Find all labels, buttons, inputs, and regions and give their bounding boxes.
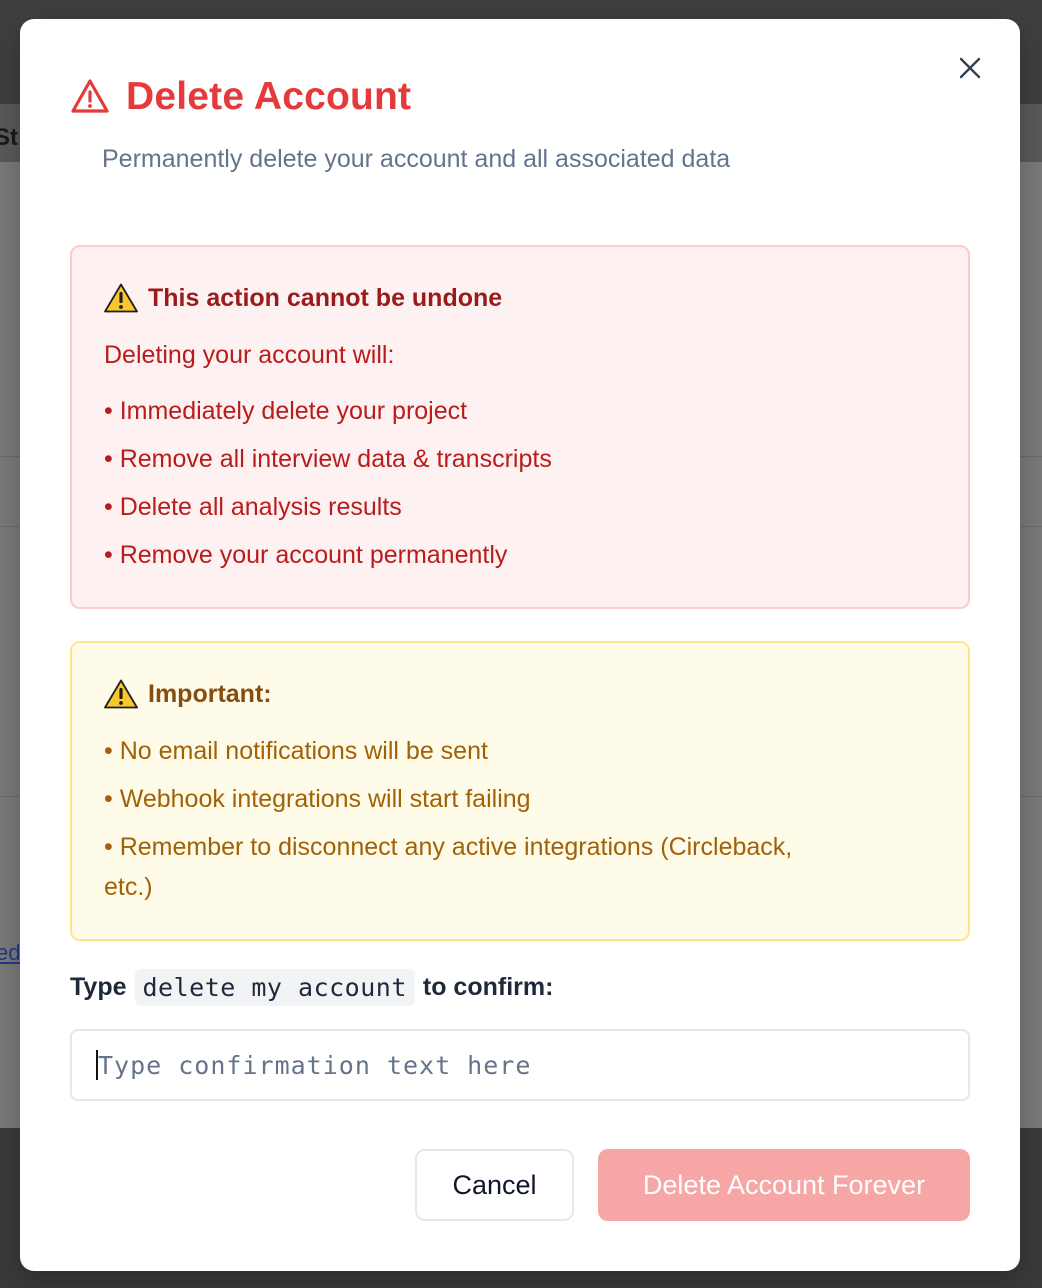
danger-alert: This action cannot be undone Deleting yo…: [70, 245, 970, 609]
confirm-label: Type delete my account to confirm:: [70, 969, 553, 1006]
warning-triangle-icon: [71, 79, 109, 113]
close-icon: [959, 57, 981, 79]
list-item: • No email notifications will be sent: [104, 737, 488, 765]
list-item: • Delete all analysis results: [104, 493, 402, 521]
danger-alert-heading-row: This action cannot be undone: [104, 283, 502, 313]
important-alert-heading: Important:: [148, 679, 272, 708]
delete-account-dialog: Delete Account Permanently delete your a…: [20, 19, 1020, 1271]
list-item: • Remove your account permanently: [104, 541, 508, 569]
list-item: • Remember to disconnect any active inte…: [104, 833, 793, 861]
cancel-button[interactable]: Cancel: [415, 1149, 574, 1221]
dialog-title: Delete Account: [126, 75, 412, 118]
confirm-phrase: delete my account: [134, 969, 415, 1006]
background-header-text: St: [0, 124, 18, 151]
list-item: • Remove all interview data & transcript…: [104, 445, 552, 473]
warning-emoji-icon: [104, 283, 138, 313]
list-item: • Immediately delete your project: [104, 397, 468, 425]
delete-account-button[interactable]: Delete Account Forever: [598, 1149, 970, 1221]
danger-alert-intro: Deleting your account will:: [104, 341, 395, 369]
danger-alert-heading: This action cannot be undone: [148, 283, 503, 312]
important-alert: Important: • No email notifications will…: [70, 641, 970, 941]
important-alert-heading-row: Important:: [104, 679, 272, 709]
dialog-subtitle: Permanently delete your account and all …: [102, 145, 731, 173]
confirmation-input[interactable]: [70, 1029, 970, 1101]
background-link[interactable]: ed: [0, 940, 20, 966]
dialog-header: Delete Account: [70, 75, 411, 119]
list-item: • Webhook integrations will start failin…: [104, 785, 531, 813]
confirm-label-prefix: Type: [70, 973, 127, 1001]
close-button[interactable]: [954, 52, 986, 84]
text-cursor: [96, 1050, 98, 1080]
list-item-continuation: etc.): [104, 873, 153, 901]
confirm-label-suffix: to confirm:: [422, 973, 554, 1001]
warning-emoji-icon: [104, 679, 138, 709]
